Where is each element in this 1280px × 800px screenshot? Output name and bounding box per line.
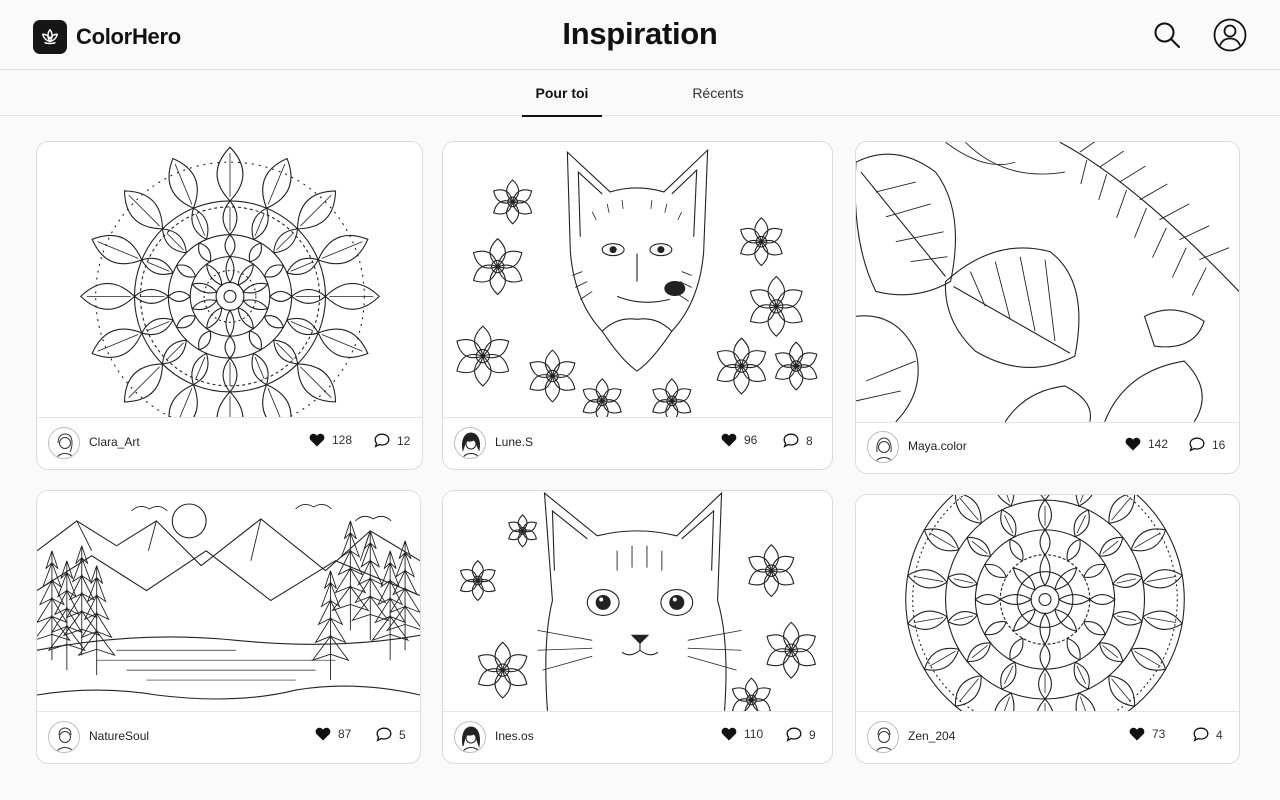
comment-icon (783, 433, 799, 448)
fox-artwork[interactable] (443, 142, 832, 418)
avatar[interactable] (867, 431, 899, 463)
heart-icon (1129, 727, 1145, 741)
profile-button[interactable] (1213, 18, 1247, 52)
comment-icon (786, 727, 802, 742)
cat-artwork[interactable] (443, 491, 832, 712)
like-count: 110 (744, 727, 764, 741)
post-card[interactable]: Clara_Art 128 12 (36, 141, 423, 470)
post-footer: Zen_204 73 4 (856, 711, 1239, 763)
comment-button[interactable]: 16 (1189, 437, 1225, 452)
like-count: 73 (1152, 727, 1166, 741)
avatar[interactable] (48, 721, 80, 753)
comment-icon (1193, 727, 1209, 742)
comment-button[interactable]: 4 (1193, 727, 1223, 742)
avatar[interactable] (454, 427, 486, 459)
author-name[interactable]: Clara_Art (89, 435, 140, 449)
like-button[interactable]: 87 (315, 727, 351, 741)
like-count: 128 (332, 433, 353, 447)
brand[interactable]: ColorHero (33, 20, 181, 54)
user-circle-icon (1213, 18, 1247, 52)
like-button[interactable]: 128 (309, 433, 352, 447)
author-name[interactable]: Maya.color (908, 439, 967, 453)
lotus-icon (33, 20, 67, 54)
comment-button[interactable]: 9 (786, 727, 816, 742)
post-footer: NatureSoul 87 5 (37, 711, 420, 763)
comment-count: 8 (806, 433, 813, 448)
avatar[interactable] (867, 721, 899, 753)
heart-icon (721, 433, 737, 447)
like-count: 96 (744, 433, 758, 447)
like-button[interactable]: 142 (1125, 437, 1168, 451)
post-footer: Maya.color 142 16 (856, 421, 1239, 473)
avatar[interactable] (48, 427, 80, 459)
comment-button[interactable]: 12 (374, 433, 410, 448)
like-button[interactable]: 73 (1129, 727, 1165, 741)
author-name[interactable]: Ines.os (495, 729, 534, 743)
post-card[interactable]: Lune.S 96 8 (442, 141, 833, 470)
post-footer: Ines.os 110 9 (443, 711, 832, 763)
like-button[interactable]: 110 (721, 727, 763, 741)
like-button[interactable]: 96 (721, 433, 757, 447)
avatar[interactable] (454, 721, 486, 753)
comment-count: 16 (1212, 437, 1226, 452)
post-card[interactable]: Zen_204 73 4 (855, 494, 1240, 764)
comment-button[interactable]: 8 (783, 433, 813, 448)
comment-count: 4 (1216, 727, 1223, 742)
search-icon (1154, 22, 1180, 48)
comment-count: 5 (399, 727, 406, 742)
circular-mandala-artwork[interactable] (856, 495, 1239, 712)
comment-count: 9 (809, 727, 816, 742)
like-count: 87 (338, 727, 352, 741)
post-card[interactable]: Maya.color 142 16 (855, 141, 1240, 474)
tab-recents[interactable]: Récents (678, 70, 758, 116)
top-bar: ColorHero Inspiration (0, 0, 1280, 70)
author-name[interactable]: Lune.S (495, 435, 533, 449)
heart-icon (315, 727, 331, 741)
mountain-lake-artwork[interactable] (37, 491, 420, 712)
post-footer: Lune.S 96 8 (443, 417, 832, 469)
post-card[interactable]: NatureSoul 87 5 (36, 490, 421, 764)
like-count: 142 (1148, 437, 1169, 451)
mandala-artwork[interactable] (37, 142, 422, 418)
search-button[interactable] (1150, 18, 1184, 52)
comment-icon (376, 727, 392, 742)
heart-icon (1125, 437, 1141, 451)
tropical-leaves-artwork[interactable] (856, 142, 1239, 423)
heart-icon (309, 433, 325, 447)
comment-icon (1189, 437, 1205, 452)
post-card[interactable]: Ines.os 110 9 (442, 490, 833, 764)
comment-count: 12 (397, 433, 411, 448)
post-footer: Clara_Art 128 12 (37, 417, 422, 469)
page-title: Inspiration (562, 16, 718, 51)
feed-tabs: Pour toi Récents (0, 70, 1280, 117)
heart-icon (721, 727, 737, 741)
comment-button[interactable]: 5 (376, 727, 406, 742)
tab-pour-toi[interactable]: Pour toi (522, 70, 602, 117)
comment-icon (374, 433, 390, 448)
author-name[interactable]: NatureSoul (89, 729, 149, 743)
author-name[interactable]: Zen_204 (908, 729, 955, 743)
app-name: ColorHero (76, 24, 181, 49)
